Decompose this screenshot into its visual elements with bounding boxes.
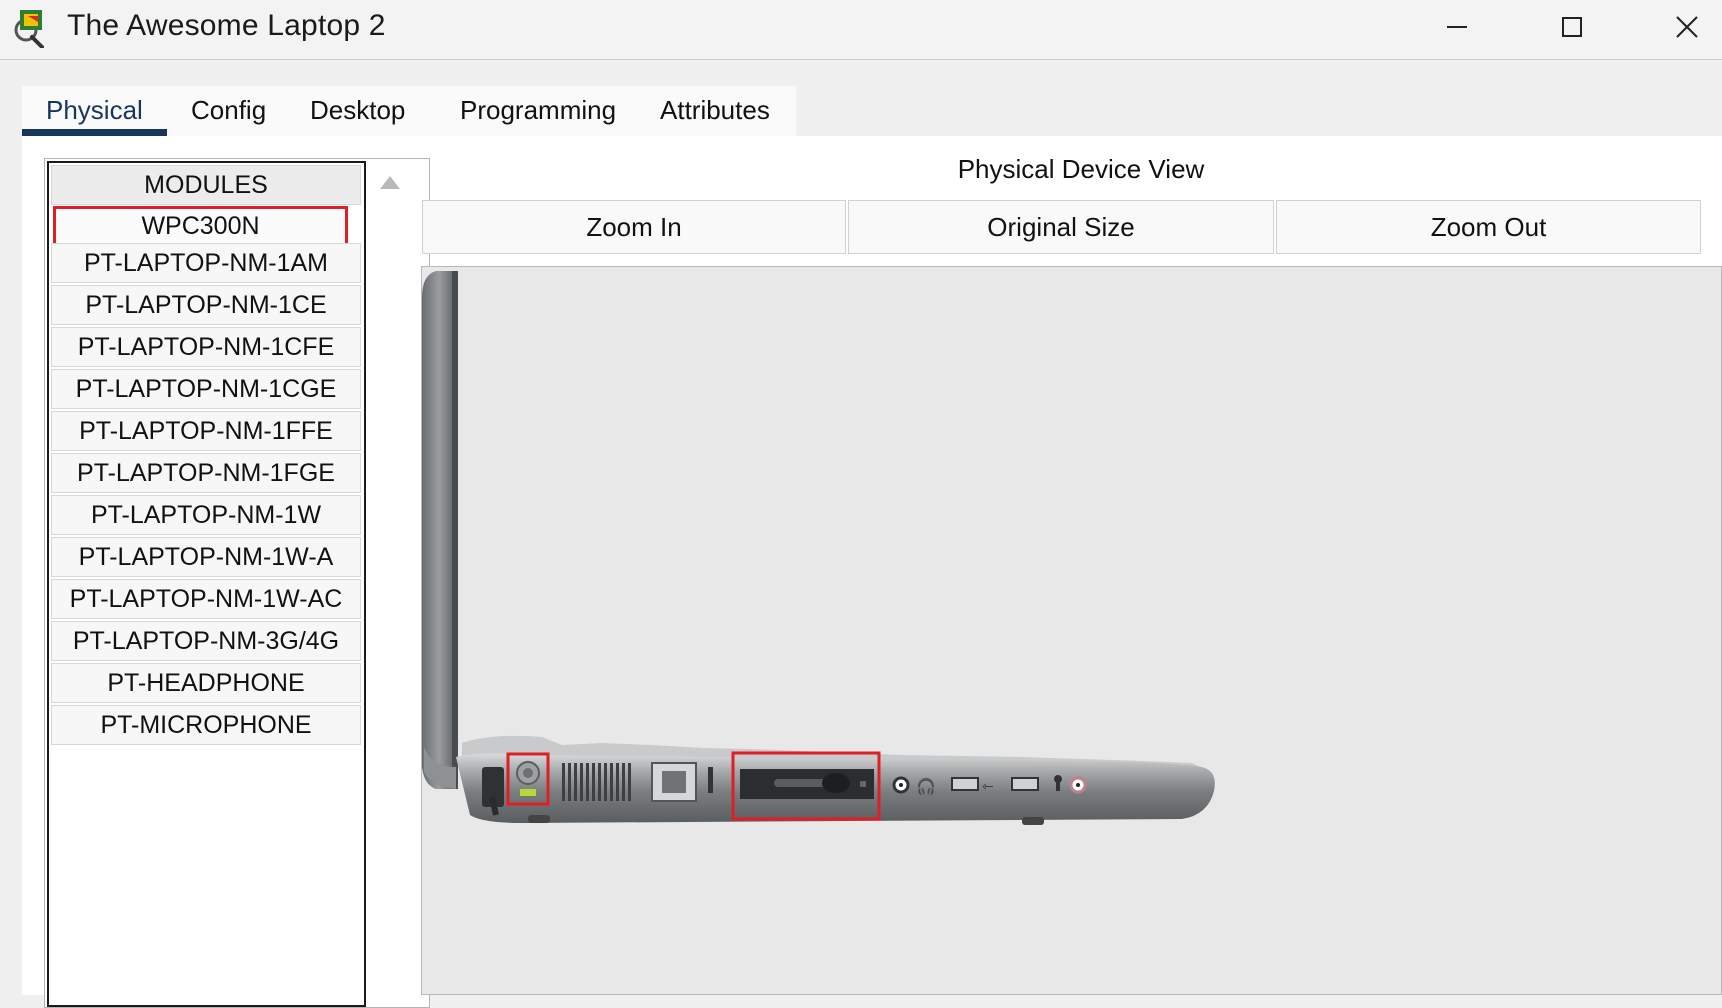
svg-text:🎧: 🎧 (916, 777, 936, 796)
module-item[interactable]: PT-HEADPHONE (51, 663, 361, 703)
module-item-wpc300n[interactable]: WPC300N (53, 206, 348, 246)
module-item[interactable]: PT-LAPTOP-NM-1W-A (51, 537, 361, 577)
tab-programming[interactable]: Programming (442, 86, 640, 136)
tab-bar: Physical Config Desktop Programming Attr… (22, 86, 796, 136)
physical-device-view-title: Physical Device View (957, 154, 1205, 184)
maximize-button[interactable] (1537, 0, 1607, 54)
module-item[interactable]: PT-LAPTOP-NM-1W (51, 495, 361, 535)
tab-attributes-label: Attributes (660, 95, 770, 125)
module-item[interactable]: PT-MICROPHONE (51, 705, 361, 745)
window-title: The Awesome Laptop 2 (67, 9, 386, 42)
tab-desktop[interactable]: Desktop (292, 86, 442, 136)
svg-text:⇽: ⇽ (982, 779, 994, 795)
tab-config[interactable]: Config (167, 86, 292, 136)
module-item[interactable]: PT-LAPTOP-NM-1CE (51, 285, 361, 325)
modules-list: MODULES WPC300N PT-LAPTOP-NM-1AM PT-LAPT… (47, 161, 366, 1007)
module-item[interactable]: PT-LAPTOP-NM-1AM (51, 243, 361, 283)
tab-desktop-label: Desktop (310, 95, 406, 125)
close-icon (1676, 16, 1698, 38)
physical-panel: MODULES WPC300N PT-LAPTOP-NM-1AM PT-LAPT… (22, 136, 1722, 1008)
module-item[interactable]: PT-LAPTOP-NM-1FFE (51, 411, 361, 451)
maximize-icon (1562, 17, 1582, 37)
modules-header: MODULES (51, 165, 361, 205)
title-bar: The Awesome Laptop 2 (0, 0, 1722, 60)
tab-config-label: Config (191, 95, 267, 125)
app-icon (14, 10, 44, 48)
device-view-canvas: 🎧 ⇽ (421, 266, 1722, 995)
module-item[interactable]: PT-LAPTOP-NM-3G/4G (51, 621, 361, 661)
tab-physical-label: Physical (46, 95, 143, 125)
module-item[interactable]: PT-LAPTOP-NM-1FGE (51, 453, 361, 493)
modules-panel: MODULES WPC300N PT-LAPTOP-NM-1AM PT-LAPT… (44, 158, 430, 1008)
zoom-out-button[interactable]: Zoom Out (1276, 200, 1701, 254)
zoom-in-button[interactable]: Zoom In (422, 200, 846, 254)
module-item[interactable]: PT-LAPTOP-NM-1W-AC (51, 579, 361, 619)
tab-attributes[interactable]: Attributes (640, 86, 796, 136)
module-item[interactable]: PT-LAPTOP-NM-1CGE (51, 369, 361, 409)
laptop-side-image: 🎧 ⇽ (422, 271, 1215, 825)
original-size-button[interactable]: Original Size (848, 200, 1274, 254)
module-item[interactable]: PT-LAPTOP-NM-1CFE (51, 327, 361, 367)
minimize-icon (1447, 26, 1467, 28)
close-button[interactable] (1652, 0, 1722, 54)
minimize-button[interactable] (1422, 0, 1492, 54)
tab-programming-label: Programming (460, 95, 617, 125)
scroll-up-arrow-icon[interactable] (378, 173, 402, 193)
tab-physical[interactable]: Physical (22, 86, 167, 136)
